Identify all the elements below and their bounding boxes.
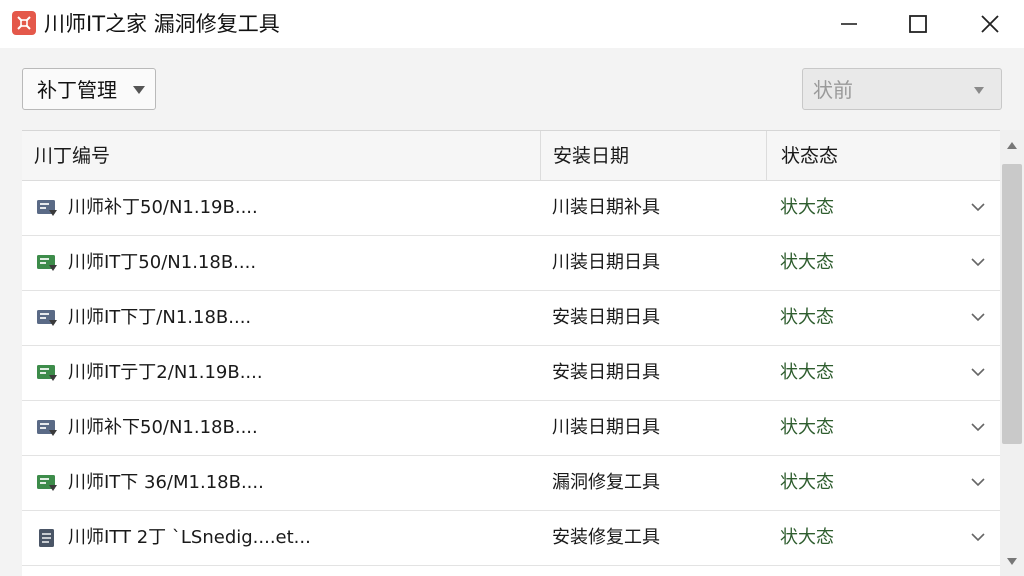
patch-id-cell: 川师补下50/N1.18B.... bbox=[68, 417, 258, 438]
patch-id-cell: 川师IT亍丁2/N1.19B.... bbox=[68, 362, 263, 383]
install-date-cell: 安装修复工具 bbox=[552, 527, 660, 548]
patch-id-cell: 川师IT下丁/N1.18B.... bbox=[68, 307, 252, 328]
app-window: 川师IT之家 漏洞修复工具 补丁管理 状前 川丁编号 安装日期 状态态 川师补丁… bbox=[0, 0, 1024, 576]
patch-management-label: 补丁管理 bbox=[37, 78, 117, 102]
status-cell: 状大态 bbox=[780, 362, 834, 383]
install-date-cell: 安装日期日具 bbox=[552, 307, 660, 328]
patch-file-icon bbox=[37, 420, 57, 436]
install-date-cell: 川装日期补具 bbox=[552, 197, 660, 218]
patch-management-dropdown[interactable]: 补丁管理 bbox=[22, 68, 156, 110]
table-row[interactable]: 川师补下50/N1.18B.... 川装日期日具 状大态 bbox=[22, 401, 1000, 456]
status-cell: 状大态 bbox=[780, 252, 834, 273]
chevron-down-icon[interactable] bbox=[970, 312, 986, 322]
table-row[interactable]: 川师ITT 2丁 ˋLSnedig....et... 安装修复工具 状大态 bbox=[22, 511, 1000, 566]
table-row[interactable]: 川师IT下丁/N1.18B.... 安装日期日具 状大态 bbox=[22, 291, 1000, 346]
install-date-cell: 漏洞修复工具 bbox=[552, 472, 660, 493]
table-row[interactable]: 川师IT亍丁2/N1.19B.... 安装日期日具 状大态 bbox=[22, 346, 1000, 401]
caret-down-icon bbox=[974, 87, 984, 94]
column-header-status[interactable]: 状态态 bbox=[766, 131, 1000, 181]
chevron-down-icon[interactable] bbox=[970, 202, 986, 212]
chevron-down-icon[interactable] bbox=[970, 367, 986, 377]
chevron-down-icon[interactable] bbox=[970, 257, 986, 267]
install-date-cell: 川装日期日具 bbox=[552, 417, 660, 438]
patch-id-cell: 川师ITT 2丁 ˋLSnedig....et... bbox=[68, 527, 311, 548]
patch-file-icon bbox=[37, 200, 57, 216]
status-cell: 状大态 bbox=[780, 527, 834, 548]
minimize-button[interactable] bbox=[813, 0, 885, 48]
patch-file-icon bbox=[37, 310, 57, 326]
patch-id-cell: 川师IT丁50/N1.18B.... bbox=[68, 252, 257, 273]
patch-file-icon bbox=[37, 475, 57, 491]
scroll-up-icon[interactable] bbox=[1007, 142, 1017, 149]
chevron-down-icon[interactable] bbox=[970, 477, 986, 487]
patch-id-cell: 川师补丁50/N1.19B.... bbox=[68, 197, 258, 218]
status-cell: 状大态 bbox=[780, 417, 834, 438]
status-cell: 状大态 bbox=[780, 197, 834, 218]
status-filter-value: 状前 bbox=[813, 78, 853, 102]
document-icon bbox=[39, 529, 54, 547]
maximize-button[interactable] bbox=[882, 0, 954, 48]
vertical-scrollbar[interactable] bbox=[1000, 130, 1024, 576]
scrollbar-thumb[interactable] bbox=[1002, 164, 1022, 444]
patch-id-cell: 川师IT下 36/M1.18B.... bbox=[68, 472, 264, 493]
status-cell: 状大态 bbox=[780, 307, 834, 328]
app-logo-icon bbox=[12, 11, 36, 35]
column-header-install-date[interactable]: 安装日期 bbox=[540, 131, 766, 181]
close-button[interactable] bbox=[954, 0, 1024, 48]
table-row[interactable]: 川师IT丁50/N1.18B.... 川装日期日具 状大态 bbox=[22, 236, 1000, 291]
patch-file-icon bbox=[37, 365, 57, 381]
chevron-down-icon[interactable] bbox=[970, 532, 986, 542]
install-date-cell: 川装日期日具 bbox=[552, 252, 660, 273]
install-date-cell: 安装日期日具 bbox=[552, 362, 660, 383]
status-filter-select[interactable]: 状前 bbox=[802, 68, 1002, 110]
caret-down-icon bbox=[133, 86, 145, 94]
chevron-down-icon[interactable] bbox=[970, 422, 986, 432]
maximize-icon bbox=[909, 15, 927, 33]
table-header: 川丁编号 安装日期 状态态 bbox=[22, 131, 1000, 181]
patch-file-icon bbox=[37, 255, 57, 271]
table-row[interactable]: 川师补丁50/N1.19B.... 川装日期补具 状大态 bbox=[22, 181, 1000, 236]
close-icon bbox=[981, 15, 999, 33]
minimize-icon bbox=[841, 23, 857, 25]
title-bar: 川师IT之家 漏洞修复工具 bbox=[0, 0, 1024, 48]
table-row[interactable]: 川师IT下 36/M1.18B.... 漏洞修复工具 状大态 bbox=[22, 456, 1000, 511]
status-cell: 状大态 bbox=[780, 472, 834, 493]
column-header-patch-id[interactable]: 川丁编号 bbox=[34, 131, 540, 181]
window-title: 川师IT之家 漏洞修复工具 bbox=[44, 12, 280, 36]
scroll-down-icon[interactable] bbox=[1007, 558, 1017, 565]
patch-table: 川丁编号 安装日期 状态态 川师补丁50/N1.19B.... 川装日期补具 状大态… bbox=[22, 130, 1000, 576]
